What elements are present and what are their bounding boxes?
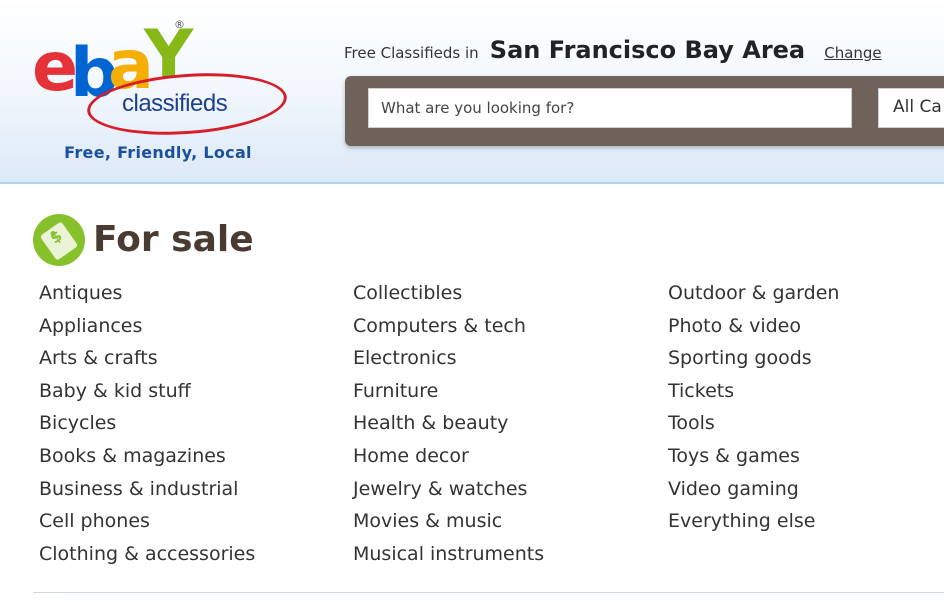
category-link[interactable]: Computers & tech [353, 313, 544, 346]
category-link[interactable]: Home decor [353, 443, 544, 476]
category-link[interactable]: Outdoor & garden [668, 280, 839, 313]
category-link[interactable]: Bicycles [39, 410, 255, 443]
search-bar: All Ca [345, 76, 944, 146]
category-link[interactable]: Furniture [353, 378, 544, 411]
category-link[interactable]: Sporting goods [668, 345, 839, 378]
category-link[interactable]: Cell phones [39, 508, 255, 541]
category-link[interactable]: Toys & games [668, 443, 839, 476]
category-column-3: Outdoor & garden Photo & video Sporting … [668, 280, 839, 541]
location-prefix: Free Classifieds in [344, 44, 479, 62]
registered-mark: ® [174, 18, 185, 31]
category-link[interactable]: Antiques [39, 280, 255, 313]
category-link[interactable]: Arts & crafts [39, 345, 255, 378]
category-link[interactable]: Electronics [353, 345, 544, 378]
category-column-1: Antiques Appliances Arts & crafts Baby &… [39, 280, 255, 573]
logo-classifieds-text: classifieds [122, 90, 228, 117]
location-row: Free Classifieds in San Francisco Bay Ar… [344, 36, 882, 66]
location-name: San Francisco Bay Area [489, 36, 806, 64]
price-tag-icon: $ [33, 214, 85, 266]
category-link[interactable]: Movies & music [353, 508, 544, 541]
category-link[interactable]: Baby & kid stuff [39, 378, 255, 411]
category-link[interactable]: Photo & video [668, 313, 839, 346]
category-link[interactable]: Business & industrial [39, 476, 255, 509]
category-link[interactable]: Jewelry & watches [353, 476, 544, 509]
ebay-classifieds-logo[interactable]: e b a Y ® classifieds Free, Friendly, Lo… [30, 14, 290, 164]
tagline: Free, Friendly, Local [64, 143, 252, 162]
category-column-2: Collectibles Computers & tech Electronic… [353, 280, 544, 573]
category-link[interactable]: Musical instruments [353, 541, 544, 574]
category-link[interactable]: Video gaming [668, 476, 839, 509]
divider [33, 592, 944, 593]
logo-letter-e: e [32, 28, 78, 107]
category-select[interactable]: All Ca [878, 88, 944, 128]
change-location-link[interactable]: Change [824, 44, 881, 62]
category-link[interactable]: Tickets [668, 378, 839, 411]
category-link[interactable]: Books & magazines [39, 443, 255, 476]
section-title: For sale [93, 219, 254, 260]
category-link[interactable]: Everything else [668, 508, 839, 541]
search-input[interactable] [368, 88, 852, 128]
category-link[interactable]: Collectibles [353, 280, 544, 313]
category-link[interactable]: Tools [668, 410, 839, 443]
category-link[interactable]: Clothing & accessories [39, 541, 255, 574]
site-header: e b a Y ® classifieds Free, Friendly, Lo… [0, 0, 944, 184]
category-link[interactable]: Appliances [39, 313, 255, 346]
category-link[interactable]: Health & beauty [353, 410, 544, 443]
